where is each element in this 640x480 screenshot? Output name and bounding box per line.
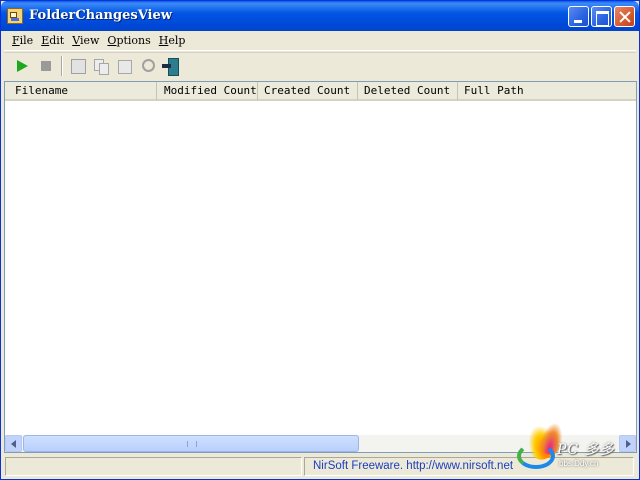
column-header-filename[interactable]: Filename (9, 82, 157, 100)
properties-icon[interactable] (114, 56, 134, 76)
exit-icon[interactable] (161, 56, 181, 76)
find-icon[interactable] (138, 56, 158, 76)
status-pane-count (5, 457, 302, 476)
title-bar[interactable]: FolderChangesView (1, 1, 639, 31)
menu-file[interactable]: File (8, 34, 37, 47)
scrollbar-thumb[interactable] (23, 435, 359, 452)
app-window: FolderChangesView File Edit View Options… (0, 0, 640, 480)
results-list[interactable]: Filename Modified Count Created Count De… (4, 81, 637, 453)
menu-bar: File Edit View Options Help (4, 31, 636, 51)
column-header-deleted-count[interactable]: Deleted Count (358, 82, 458, 100)
nirsoft-link[interactable]: NirSoft Freeware. http://www.nirsoft.net (313, 460, 513, 472)
column-header-created-count[interactable]: Created Count (258, 82, 358, 100)
watermark-logo: PC 多多 bbs.Ddy.cn (513, 420, 639, 477)
menu-help[interactable]: Help (155, 34, 190, 47)
minimize-button[interactable] (568, 6, 589, 27)
list-header: Filename Modified Count Created Count De… (5, 82, 636, 101)
watermark-text: PC 多多 (557, 442, 615, 458)
maximize-button[interactable] (591, 6, 612, 27)
close-button[interactable] (614, 6, 635, 27)
swirl-icon (517, 443, 555, 469)
menu-options[interactable]: Options (103, 34, 154, 47)
menu-edit[interactable]: Edit (37, 34, 68, 47)
stop-icon[interactable] (36, 56, 56, 76)
menu-view[interactable]: View (68, 34, 103, 47)
app-icon[interactable] (7, 8, 23, 24)
toolbar-separator (61, 56, 63, 76)
toolbar (4, 52, 636, 78)
column-header-full-path[interactable]: Full Path (458, 82, 636, 100)
save-icon[interactable] (68, 56, 88, 76)
copy-icon[interactable] (91, 56, 111, 76)
window-title: FolderChangesView (29, 8, 172, 23)
scroll-left-button[interactable] (5, 435, 22, 452)
play-icon[interactable] (12, 56, 32, 76)
watermark-url: bbs.Ddy.cn (559, 459, 599, 468)
column-header-modified-count[interactable]: Modified Count (158, 82, 258, 100)
